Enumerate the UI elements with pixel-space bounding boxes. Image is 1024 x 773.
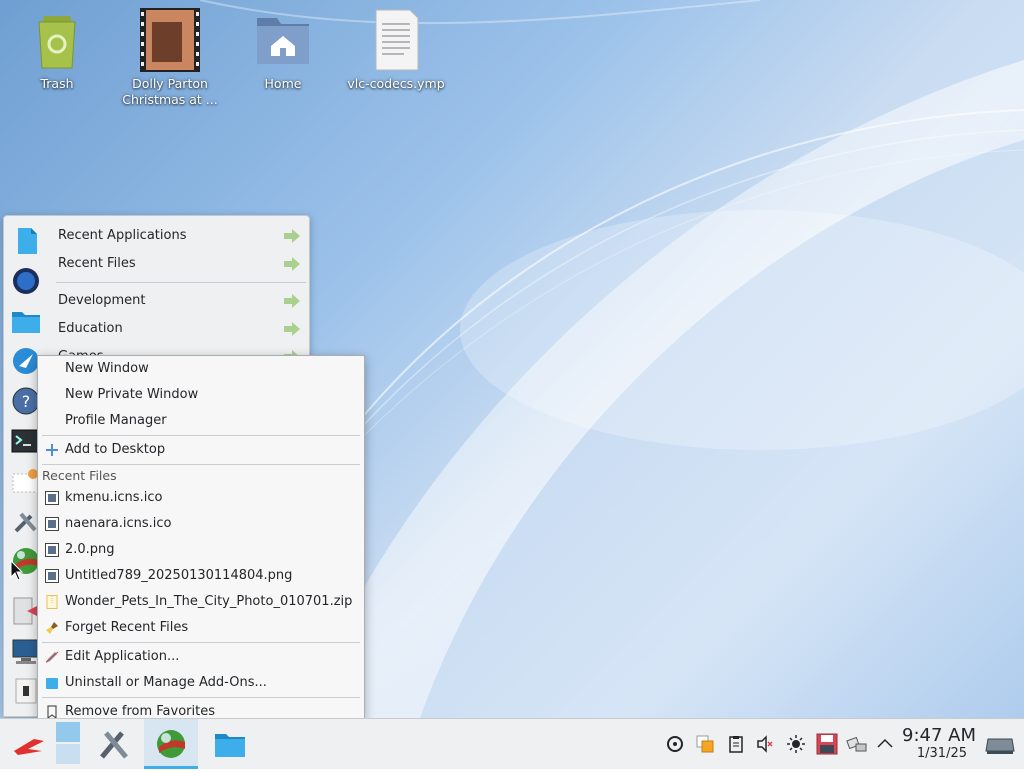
video-thumbnail-icon: [138, 8, 202, 72]
desktop-icon-label: Trash: [40, 76, 74, 91]
recent-file-item[interactable]: 2.0.png: [38, 537, 364, 563]
desktop-icon-label: vlc-codecs.ymp: [347, 76, 445, 91]
edit-icon: [45, 651, 59, 663]
svg-text:?: ?: [22, 392, 31, 411]
desktop-pager-icon: [56, 722, 80, 766]
chevron-up-icon[interactable]: [876, 735, 894, 753]
image-file-icon: [45, 569, 59, 583]
menu-item-label: kmenu.icns.ico: [65, 490, 163, 505]
menu-separator: [42, 464, 360, 465]
arrow-right-icon: [284, 322, 300, 336]
desktop-icon-file[interactable]: vlc-codecs.ymp: [346, 8, 446, 92]
desktop-icon-label: Home: [264, 76, 302, 91]
home-folder-icon: [251, 8, 315, 72]
plus-icon: [46, 444, 58, 456]
recent-file-item[interactable]: naenara.icns.ico: [38, 511, 364, 537]
menu-item-label: Remove from Favorites: [65, 704, 215, 719]
new-private-window-item[interactable]: New Private Window: [38, 382, 364, 408]
category-label: Education: [58, 321, 123, 336]
menu-item-label: Wonder_Pets_In_The_City_Photo_010701.zip: [65, 594, 353, 609]
new-window-item[interactable]: New Window: [38, 356, 364, 382]
category-label: Recent Files: [58, 256, 136, 271]
clipboard-icon[interactable]: [727, 735, 745, 753]
desktop-icon-video[interactable]: Dolly Parton Christmas at ...: [120, 8, 220, 108]
folder-icon[interactable]: [11, 306, 41, 336]
archive-file-icon: [46, 595, 58, 609]
uninstall-addons-item[interactable]: Uninstall or Manage Add-Ons...: [38, 670, 364, 696]
menu-separator: [42, 697, 360, 698]
task-system-settings[interactable]: [88, 719, 140, 769]
menu-item-label: Profile Manager: [65, 413, 167, 428]
category-recent-applications[interactable]: Recent Applications: [56, 222, 306, 250]
broom-icon: [46, 622, 58, 634]
category-development[interactable]: Development: [56, 287, 306, 315]
menu-item-label: New Window: [65, 361, 149, 376]
arrow-right-icon: [284, 294, 300, 308]
menu-item-label: Add to Desktop: [65, 442, 166, 457]
desktop-icon-home[interactable]: Home: [233, 8, 333, 92]
profile-manager-item[interactable]: Profile Manager: [38, 408, 364, 434]
task-marble-active[interactable]: [144, 719, 198, 769]
notifications-icon[interactable]: [696, 735, 714, 753]
tools-icon: [100, 731, 128, 759]
menu-separator: [56, 282, 306, 283]
desktop-icon-label: Dolly Parton Christmas at ...: [122, 76, 218, 107]
category-label: Recent Applications: [58, 228, 187, 243]
recent-file-item[interactable]: kmenu.icns.ico: [38, 485, 364, 511]
recent-files-header: Recent Files: [42, 468, 117, 483]
taskbar: 9:47 AM 1/31/25: [0, 718, 1024, 769]
trash-icon: [25, 8, 89, 72]
menu-item-label: Untitled789_20250130114804.png: [65, 568, 293, 583]
menu-item-label: 2.0.png: [65, 542, 115, 557]
brightness-icon[interactable]: [787, 735, 805, 753]
kde-connect-icon[interactable]: [666, 735, 684, 753]
clock-date[interactable]: 1/31/25: [917, 746, 967, 761]
menu-item-label: naenara.icns.ico: [65, 516, 172, 531]
bookmark-remove-icon: [47, 705, 57, 719]
arrow-right-icon: [284, 257, 300, 271]
application-launcher-button[interactable]: [4, 719, 52, 769]
menu-item-label: New Private Window: [65, 387, 199, 402]
volume-muted-icon[interactable]: [756, 735, 774, 753]
category-list: Recent Applications Recent Files Develop…: [56, 222, 306, 371]
folder-icon: [215, 734, 245, 757]
network-icon[interactable]: [846, 735, 868, 753]
menu-item-label: Edit Application...: [65, 649, 180, 664]
package-icon: [46, 678, 58, 689]
pager-button[interactable]: [54, 719, 82, 769]
kde-launcher-icon: [14, 739, 44, 755]
menu-separator: [42, 642, 360, 643]
desktop-icon-trash[interactable]: Trash: [7, 8, 107, 92]
document-app-icon[interactable]: [11, 226, 41, 256]
menu-separator: [42, 435, 360, 436]
mouse-cursor-icon: [10, 560, 24, 581]
image-file-icon: [45, 517, 59, 531]
text-file-icon: [364, 8, 428, 72]
recent-file-item[interactable]: Wonder_Pets_In_The_City_Photo_010701.zip: [38, 589, 364, 615]
browser-globe-icon[interactable]: [11, 266, 41, 296]
clock-time[interactable]: 9:47 AM: [902, 725, 976, 746]
recent-file-item[interactable]: Untitled789_20250130114804.png: [38, 563, 364, 589]
category-education[interactable]: Education: [56, 315, 306, 343]
forget-recent-files-item[interactable]: Forget Recent Files: [38, 615, 364, 641]
image-file-icon: [45, 543, 59, 557]
context-menu: New Window New Private Window Profile Ma…: [37, 355, 365, 719]
category-recent-files[interactable]: Recent Files: [56, 250, 306, 278]
marble-globe-icon: [157, 730, 185, 758]
save-disk-icon[interactable]: [816, 733, 838, 755]
menu-item-label: Forget Recent Files: [65, 620, 189, 635]
edit-application-item[interactable]: Edit Application...: [38, 644, 364, 670]
task-file-manager[interactable]: [202, 719, 256, 769]
category-label: Development: [58, 293, 146, 308]
show-desktop-icon[interactable]: [984, 733, 1016, 755]
menu-item-label: Uninstall or Manage Add-Ons...: [65, 675, 267, 690]
image-file-icon: [45, 491, 59, 505]
add-to-desktop-item[interactable]: Add to Desktop: [38, 437, 364, 463]
arrow-right-icon: [284, 229, 300, 243]
